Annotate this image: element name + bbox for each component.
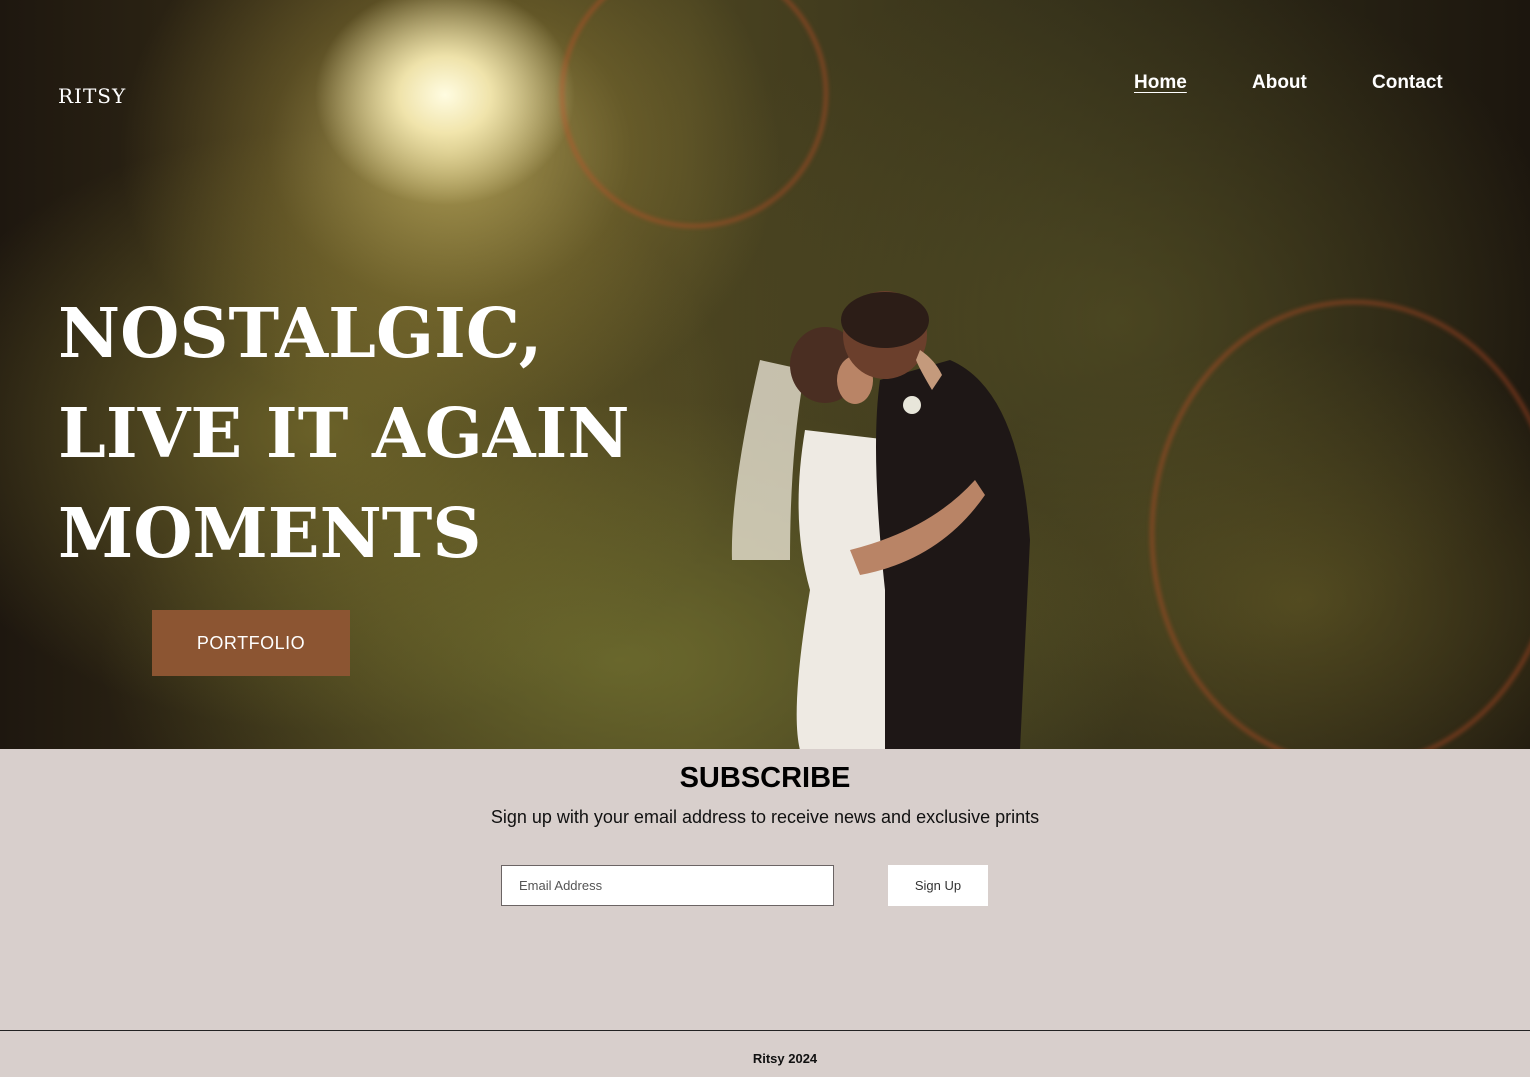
nav-link-home[interactable]: Home [1134,72,1187,94]
email-field[interactable] [501,865,834,906]
lens-flare [1150,300,1530,749]
hero-section: RITSY Home About Contact NOSTALGIC, LIVE… [0,0,1530,749]
nav-link-contact[interactable]: Contact [1372,72,1443,94]
subscribe-description: Sign up with your email address to recei… [490,807,1040,827]
hero-headline: NOSTALGIC, LIVE IT AGAIN MOMENTS [58,284,630,584]
headline-line: NOSTALGIC, [58,294,543,374]
footer: Ritsy 2024 [0,1030,1530,1077]
sign-up-button[interactable]: Sign Up [888,865,988,906]
headline-line: MOMENTS [58,494,482,574]
subscribe-section: SUBSCRIBE Sign up with your email addres… [0,749,1530,1030]
footer-copyright: Ritsy 2024 [752,1051,818,1066]
portfolio-button[interactable]: PORTFOLIO [152,610,350,676]
nav-link-about[interactable]: About [1252,72,1307,94]
headline-line: LIVE IT AGAIN [58,394,630,474]
lens-flare [560,0,828,228]
subscribe-title: SUBSCRIBE [679,762,851,794]
main-nav: Home About Contact [0,72,1530,102]
wedding-couple-photo [731,291,1030,749]
